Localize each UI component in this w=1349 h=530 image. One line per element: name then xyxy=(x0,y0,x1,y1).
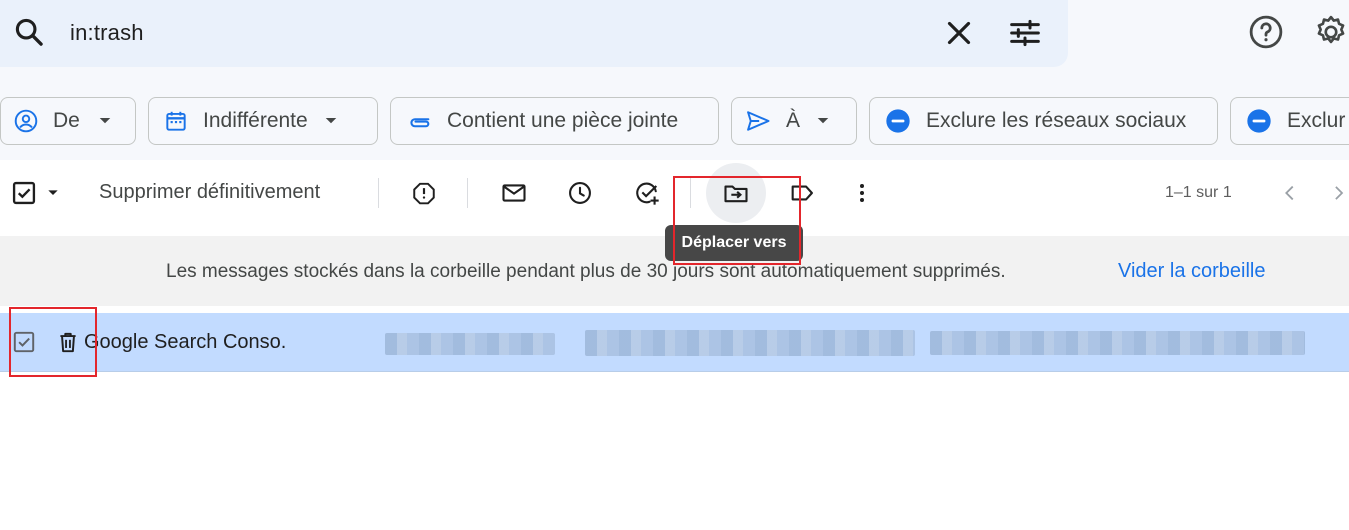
chip-from[interactable]: De xyxy=(0,97,136,145)
calendar-icon xyxy=(166,111,186,131)
chip-label: Exclure les réseaux sociaux xyxy=(926,109,1187,132)
chip-label: À xyxy=(786,109,801,132)
move-to-tooltip: Déplacer vers xyxy=(665,225,803,261)
minus-circle-icon xyxy=(886,109,910,133)
more-options-icon[interactable] xyxy=(842,173,882,213)
delete-forever-button[interactable]: Supprimer définitivement xyxy=(99,181,320,204)
trash-info-text: Les messages stockés dans la corbeille p… xyxy=(166,261,1006,282)
chip-label: Exclur xyxy=(1287,109,1346,132)
person-circle-icon xyxy=(14,109,38,133)
chip-label: De xyxy=(53,109,80,132)
search-input[interactable]: in:trash xyxy=(70,20,144,46)
trash-icon[interactable] xyxy=(48,322,88,362)
report-spam-icon[interactable] xyxy=(404,173,444,213)
toolbar-divider xyxy=(467,178,468,208)
chip-to[interactable]: À xyxy=(731,97,857,145)
chip-label: Contient une pièce jointe xyxy=(447,109,679,132)
dropdown-arrow-icon xyxy=(817,118,829,124)
add-to-tasks-icon[interactable] xyxy=(627,173,667,213)
toolbar-divider xyxy=(690,178,691,208)
message-sender: Google Search Conso. xyxy=(84,331,287,353)
search-options-icon[interactable] xyxy=(1005,13,1045,53)
label-icon[interactable] xyxy=(782,173,822,213)
chip-date[interactable]: Indifférente xyxy=(148,97,378,145)
empty-trash-link[interactable]: Vider la corbeille xyxy=(1118,260,1266,283)
chip-has-attachment[interactable]: Contient une pièce jointe xyxy=(390,97,719,145)
move-to-icon[interactable] xyxy=(706,163,766,223)
toolbar-divider xyxy=(378,178,379,208)
row-checkbox[interactable] xyxy=(4,322,44,362)
redacted-subject xyxy=(385,333,555,355)
redacted-snippet xyxy=(930,331,1305,355)
clear-search-icon[interactable] xyxy=(940,14,978,52)
chevron-left-icon[interactable] xyxy=(1270,173,1310,213)
chevron-right-icon[interactable] xyxy=(1328,173,1349,213)
search-bar xyxy=(0,0,1068,67)
select-dropdown-icon[interactable] xyxy=(38,173,68,213)
chip-label: Indifférente xyxy=(203,109,308,132)
search-chips: De Indifférente Contient une pièce joint… xyxy=(0,97,1349,145)
settings-gear-icon[interactable] xyxy=(1310,11,1349,53)
search-icon[interactable] xyxy=(12,15,46,49)
redacted-subject xyxy=(585,330,915,356)
help-icon[interactable] xyxy=(1245,11,1287,53)
minus-circle-icon xyxy=(1247,109,1271,133)
paperclip-icon xyxy=(410,118,430,128)
send-icon xyxy=(747,111,770,131)
snooze-clock-icon[interactable] xyxy=(560,173,600,213)
chip-exclude-social[interactable]: Exclure les réseaux sociaux xyxy=(869,97,1218,145)
dropdown-arrow-icon xyxy=(325,118,336,124)
mark-unread-icon[interactable] xyxy=(494,173,534,213)
chip-exclude-more[interactable]: Exclur xyxy=(1230,97,1349,145)
dropdown-arrow-icon xyxy=(99,118,111,124)
pagination-text: 1–1 sur 1 xyxy=(1165,184,1232,201)
